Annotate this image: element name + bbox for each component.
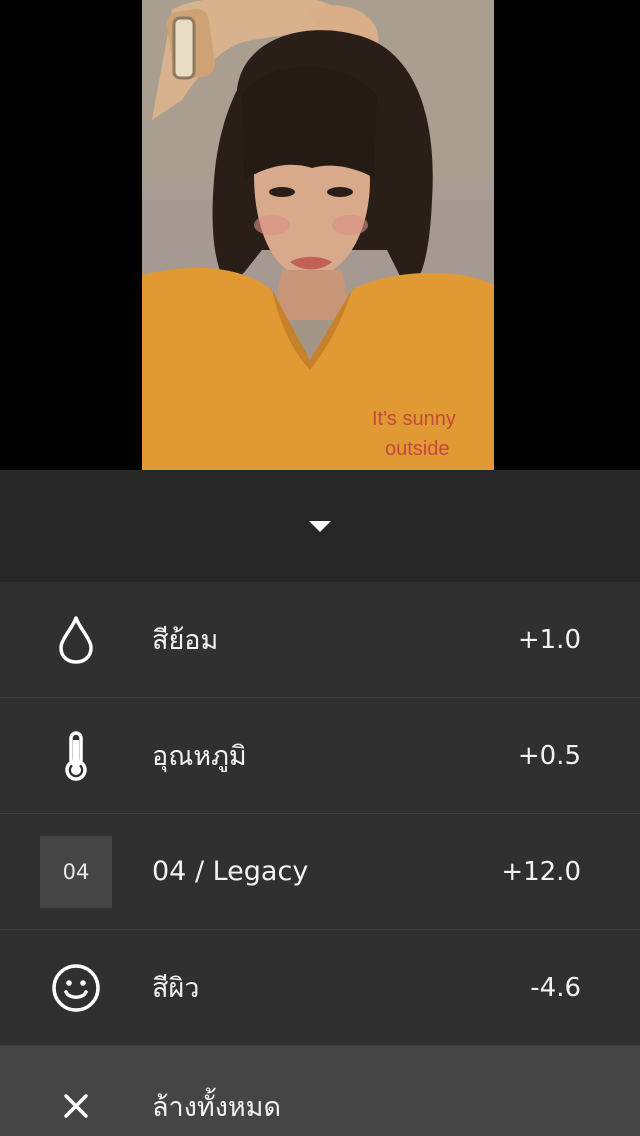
adjustment-label: อุณหภูมิ <box>152 741 247 772</box>
adjustment-value: -4.6 <box>530 972 581 1003</box>
adjustment-label: สีผิว <box>152 973 200 1004</box>
close-icon <box>40 1070 112 1136</box>
adjustment-row-tint[interactable]: สีย้อม +1.0 <box>0 582 640 698</box>
portrait-photo: It's sunny outside <box>142 0 494 470</box>
photo-preview-area: It's sunny outside <box>0 0 640 470</box>
preset-code: 04 <box>40 836 112 908</box>
thermometer-icon <box>40 720 112 792</box>
preset-thumbnail: 04 <box>40 836 112 908</box>
adjustment-value: +0.5 <box>517 740 581 771</box>
adjustments-list: สีย้อม +1.0 อุณหภูมิ +0.5 04 04 / Legacy… <box>0 582 640 1136</box>
adjustment-value: +1.0 <box>517 624 581 655</box>
smiley-face-icon <box>40 952 112 1024</box>
clear-all-label: ล้างทั้งหมด <box>152 1091 282 1123</box>
shirt-text-line2: outside <box>385 438 450 460</box>
adjustment-value: +12.0 <box>501 856 581 887</box>
panel-header <box>0 470 640 582</box>
adjustment-row-skin-tone[interactable]: สีผิว -4.6 <box>0 930 640 1046</box>
adjustment-label: สีย้อม <box>152 625 219 656</box>
app-screen: It's sunny outside สีย้อม +1.0 อุณหภูมิ … <box>0 0 640 1136</box>
shirt-text-line1: It's sunny <box>372 408 456 430</box>
droplet-icon <box>40 604 112 676</box>
clear-all-button[interactable]: ล้างทั้งหมด <box>0 1046 640 1136</box>
chevron-down-icon[interactable] <box>309 520 331 532</box>
photo-preview[interactable]: It's sunny outside <box>142 0 494 470</box>
adjustment-row-preset[interactable]: 04 04 / Legacy +12.0 <box>0 814 640 930</box>
adjustment-row-temperature[interactable]: อุณหภูมิ +0.5 <box>0 698 640 814</box>
adjustment-label: 04 / Legacy <box>152 856 309 887</box>
